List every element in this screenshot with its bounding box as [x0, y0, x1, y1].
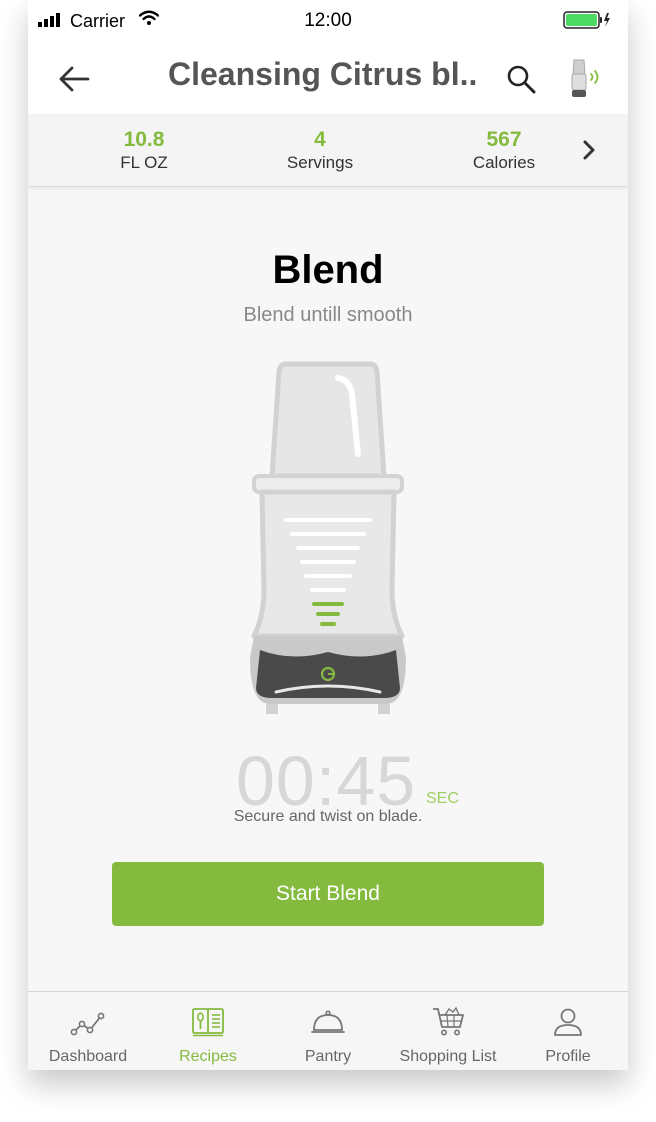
start-blend-button[interactable]: Start Blend — [112, 862, 544, 926]
nav-bar: Cleansing Citrus bl.. — [28, 40, 628, 114]
step-description: Blend untill smooth — [243, 304, 413, 326]
chart-line-icon — [70, 1012, 105, 1036]
battery-charging-icon — [563, 11, 610, 29]
step-instruction: Secure and twist on blade. — [233, 808, 423, 825]
status-bar: Carrier 12:00 — [28, 0, 628, 40]
stat-servings: 4 Servings — [250, 128, 390, 174]
tab-shopping-list-label: Shopping List — [399, 1048, 497, 1065]
phone-screen: Carrier 12:00 Cleansing Citrus bl.. 10.8… — [28, 0, 628, 1070]
tab-bar: Dashboard Recipes Pantry Shopping List P… — [28, 991, 628, 1070]
tab-dashboard[interactable]: Dashboard — [28, 992, 148, 1070]
status-time: 12:00 — [304, 10, 352, 31]
timer-unit: SEC — [426, 790, 459, 807]
tab-profile-label: Profile — [545, 1048, 591, 1065]
page-title: Cleansing Citrus bl.. — [168, 56, 478, 92]
tab-shopping-list[interactable]: Shopping List — [388, 992, 508, 1070]
cloche-icon — [311, 1010, 345, 1033]
blender-illustration — [250, 361, 406, 714]
recipe-stats-bar: 10.8 FL OZ 4 Servings 567 Calories — [28, 114, 628, 187]
tab-profile[interactable]: Profile — [508, 992, 628, 1070]
blender-connected-icon[interactable] — [566, 54, 606, 100]
stat-calories-value: 567 — [486, 128, 522, 151]
step-title: Blend — [272, 248, 384, 292]
tab-recipes[interactable]: Recipes — [148, 992, 268, 1070]
search-icon[interactable] — [506, 64, 536, 94]
user-icon — [554, 1008, 582, 1036]
tab-pantry[interactable]: Pantry — [268, 992, 388, 1070]
shopping-cart-icon — [433, 1006, 464, 1036]
stat-volume-value: 10.8 — [123, 128, 165, 151]
tab-pantry-label: Pantry — [304, 1048, 352, 1065]
tab-recipes-label: Recipes — [179, 1048, 237, 1065]
blend-step-panel: Blend Blend untill smooth 00:45 SEC Secu… — [28, 186, 628, 991]
stat-volume: 10.8 FL OZ — [74, 128, 214, 174]
back-arrow-icon[interactable] — [58, 66, 90, 92]
stat-volume-label: FL OZ — [120, 153, 168, 172]
stat-calories-label: Calories — [472, 153, 536, 172]
stat-servings-label: Servings — [286, 153, 354, 172]
stat-servings-value: 4 — [314, 128, 326, 151]
recipe-book-icon — [192, 1008, 224, 1037]
stat-calories: 567 Calories — [434, 128, 574, 174]
chevron-right-icon[interactable] — [580, 138, 598, 162]
tab-dashboard-label: Dashboard — [48, 1048, 128, 1065]
